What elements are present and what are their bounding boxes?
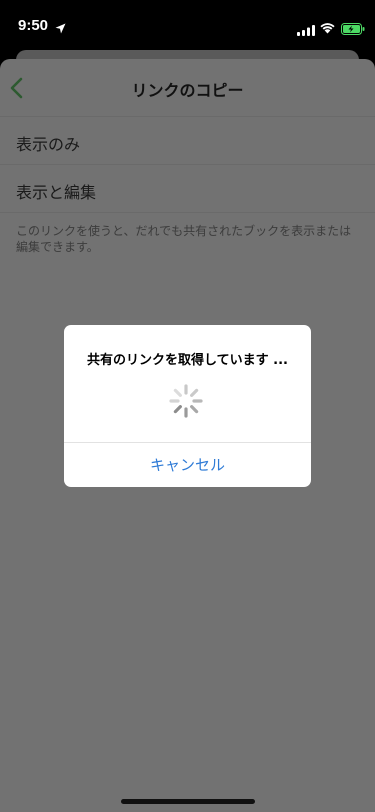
page-title: リンクのコピー — [131, 81, 244, 100]
loading-dialog: 共有のリンクを取得しています ... キャンセル — [64, 325, 311, 487]
option-label: 表示のみ — [16, 135, 81, 154]
activity-spinner-icon — [168, 383, 204, 419]
dialog-message: 共有のリンクを取得しています ... — [87, 353, 288, 368]
status-time: 9:50 — [18, 17, 49, 34]
cellular-signal-icon — [297, 21, 315, 40]
cancel-button[interactable]: キャンセル — [64, 443, 311, 487]
screen: 9:50 リンクのコピー 表示のみ 表示と編集 このリンクを使うと、だれでも共有… — [0, 0, 375, 812]
nav-bar: リンクのコピー — [0, 59, 375, 117]
status-bar: 9:50 — [0, 0, 375, 44]
battery-charging-icon — [341, 20, 365, 39]
option-label: 表示と編集 — [16, 183, 97, 202]
option-view-and-edit[interactable]: 表示と編集 — [0, 165, 375, 213]
home-indicator[interactable] — [121, 799, 255, 804]
location-arrow-icon — [55, 19, 66, 38]
option-view-only[interactable]: 表示のみ — [0, 117, 375, 165]
link-description: このリンクを使うと、だれでも共有されたブックを表示または編集できます。 — [16, 224, 352, 254]
wifi-icon — [319, 19, 336, 38]
